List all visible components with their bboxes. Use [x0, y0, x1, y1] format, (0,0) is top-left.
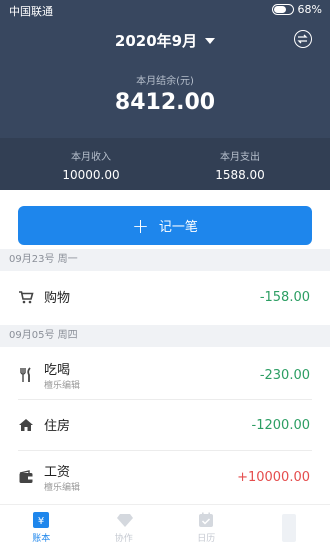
month-selector[interactable]: 2020年9月 — [0, 30, 330, 51]
cart-icon — [18, 289, 34, 305]
date-header: 09月05号 周四 — [0, 325, 330, 347]
ledger-icon: ¥ — [33, 511, 50, 528]
fork-knife-icon — [18, 367, 34, 383]
transaction-editor: 檀乐编辑 — [44, 483, 81, 493]
diamond-icon — [116, 512, 133, 528]
transaction-amount: +10000.00 — [237, 470, 310, 485]
house-icon — [18, 417, 34, 433]
balance-label: 本月结余(元) — [136, 76, 194, 87]
income-label: 本月收入 — [71, 152, 111, 163]
carrier-name: 中国联通 — [9, 5, 53, 18]
battery-icon — [271, 4, 294, 15]
tab-more[interactable] — [248, 505, 330, 550]
transaction-title: 工资 — [44, 465, 71, 480]
blurred-tab-icon — [281, 513, 296, 542]
transaction-row[interactable]: 工资 檀乐编辑 +10000.00 — [0, 453, 330, 501]
expense-stat: 本月支出 1588.00 — [175, 148, 305, 182]
tab-calendar[interactable]: 日历 — [165, 505, 248, 550]
transaction-title: 购物 — [44, 291, 71, 306]
month-label: 2020年9月 — [114, 32, 198, 50]
row-divider — [18, 450, 312, 451]
status-bar: 中国联通 68% — [0, 0, 330, 20]
bottom-tab-bar: ¥ 账本 协作 日历 — [0, 504, 330, 550]
summary-header: 中国联通 68% 2020年9月 本月结余(元) 8412.00 本月收入 10… — [0, 0, 330, 190]
expense-label: 本月支出 — [220, 152, 260, 163]
caret-down-icon — [205, 37, 216, 44]
income-stat: 本月收入 10000.00 — [26, 148, 156, 182]
add-record-button[interactable]: + 记一笔 — [18, 206, 312, 245]
battery-indicator: 68% — [271, 3, 322, 16]
transaction-amount: -158.00 — [259, 290, 310, 305]
swap-icon[interactable] — [294, 30, 312, 48]
income-value: 10000.00 — [62, 168, 120, 182]
tab-collaborate[interactable]: 协作 — [83, 505, 166, 550]
transaction-amount: -230.00 — [259, 368, 310, 383]
date-header: 09月23号 周一 — [0, 249, 330, 271]
svg-text:¥: ¥ — [38, 516, 44, 527]
balance-value: 8412.00 — [114, 90, 216, 115]
transaction-editor: 檀乐编辑 — [44, 381, 81, 391]
plus-icon: + — [132, 213, 149, 238]
transaction-row[interactable]: 购物 -158.00 — [0, 273, 330, 321]
calendar-icon — [198, 512, 214, 528]
transaction-title: 住房 — [44, 419, 71, 434]
tab-label: 账本 — [32, 533, 51, 544]
tab-ledger[interactable]: ¥ 账本 — [0, 505, 83, 550]
transaction-row[interactable]: 吃喝 檀乐编辑 -230.00 — [0, 351, 330, 399]
transaction-row[interactable]: 住房 -1200.00 — [0, 401, 330, 449]
transaction-amount: -1200.00 — [251, 418, 310, 433]
row-divider — [18, 399, 312, 400]
wallet-icon — [18, 469, 34, 485]
add-record-label: 记一笔 — [158, 220, 198, 235]
tab-label: 协作 — [114, 533, 133, 544]
expense-value: 1588.00 — [215, 168, 265, 182]
tab-label: 日历 — [197, 533, 216, 544]
transaction-title: 吃喝 — [44, 363, 71, 378]
battery-percent: 68% — [297, 3, 322, 16]
